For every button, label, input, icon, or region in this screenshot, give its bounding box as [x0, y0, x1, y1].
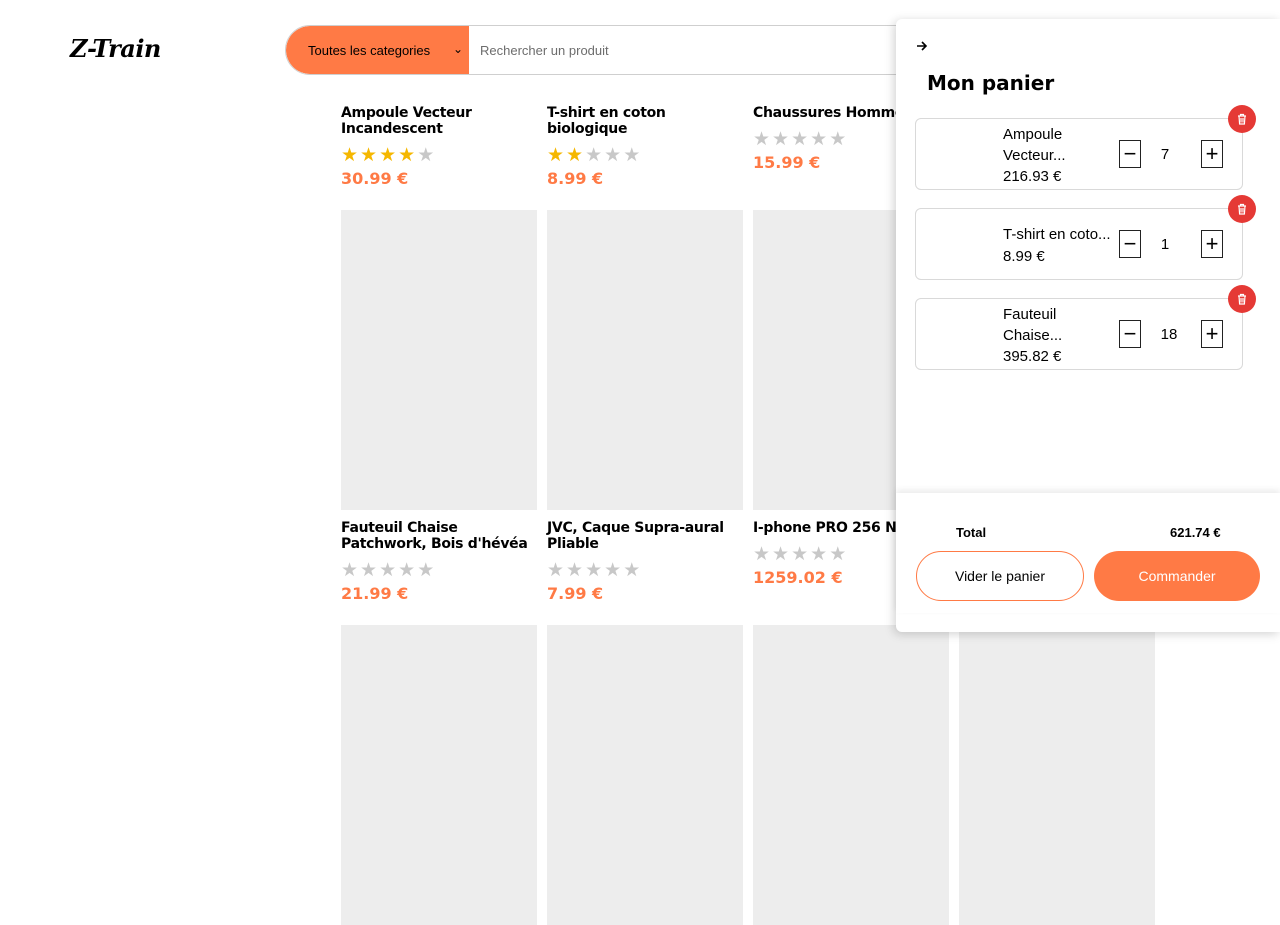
star-icon: ★ [566, 145, 584, 166]
star-icon: ★ [604, 145, 622, 166]
star-icon: ★ [417, 560, 435, 581]
cart-item: Fauteuil Chaise... 395.82 € − 18 + [915, 285, 1256, 370]
star-icon: ★ [829, 544, 847, 565]
chevron-down-icon: ⌄ [452, 42, 463, 56]
product-name: JVC, Caque Supra-aural Pliable [547, 520, 724, 552]
star-icon: ★ [810, 129, 828, 150]
cart-item: T-shirt en coto... 8.99 € − 1 + [915, 195, 1256, 280]
product-image[interactable] [341, 210, 537, 510]
logo[interactable]: Z-Train [70, 34, 161, 63]
product-price: 30.99 € [341, 169, 409, 188]
star-icon: ★ [623, 145, 641, 166]
product-price: 8.99 € [547, 169, 604, 188]
plus-icon[interactable]: + [1201, 320, 1223, 348]
cart-item-price: 395.82 € [1003, 348, 1062, 365]
cart-item-name: T-shirt en coto... [1003, 226, 1111, 243]
category-select-label: Toutes les categories [308, 42, 431, 58]
empty-cart-button[interactable]: Vider le panier [916, 551, 1084, 601]
star-icon: ★ [753, 129, 771, 150]
product-name: Ampoule Vecteur Incandescent [341, 105, 472, 137]
cart-item-name: Fauteuil Chaise... [1003, 306, 1063, 344]
product-image[interactable] [341, 625, 537, 925]
minus-icon[interactable]: − [1119, 320, 1141, 348]
plus-icon[interactable]: + [1201, 230, 1223, 258]
star-icon: ★ [585, 145, 603, 166]
product-rating: ★ ★ ★ ★ ★ [547, 145, 743, 166]
star-icon: ★ [623, 560, 641, 581]
cart-footer: Total 621.74 € Vider le panier Commander [896, 493, 1280, 613]
star-icon: ★ [398, 560, 416, 581]
product-rating: ★ ★ ★ ★ ★ [341, 560, 537, 581]
star-icon: ★ [585, 560, 603, 581]
star-icon: ★ [341, 560, 359, 581]
product-price: 21.99 € [341, 584, 409, 603]
product-image[interactable] [547, 210, 743, 510]
product-card[interactable] [959, 625, 1155, 925]
product-card[interactable] [341, 625, 537, 925]
trash-icon[interactable] [1228, 195, 1256, 223]
search-input[interactable] [469, 26, 924, 74]
cart-title: Mon panier [927, 71, 1055, 95]
star-icon: ★ [417, 145, 435, 166]
star-icon: ★ [829, 129, 847, 150]
plus-icon[interactable]: + [1201, 140, 1223, 168]
trash-icon[interactable] [1228, 105, 1256, 133]
cart-item-price: 216.93 € [1003, 168, 1062, 185]
arrow-right-icon[interactable] [916, 39, 928, 57]
product-rating: ★ ★ ★ ★ ★ [547, 560, 743, 581]
star-icon: ★ [398, 145, 416, 166]
product-card[interactable]: JVC, Caque Supra-aural Pliable ★ ★ ★ ★ ★ 7.9… [547, 210, 743, 603]
product-rating: ★ ★ ★ ★ ★ [341, 145, 537, 166]
cart-item-name: Ampoule Vecteur... [1003, 126, 1066, 164]
star-icon: ★ [791, 544, 809, 565]
product-image[interactable] [753, 625, 949, 925]
star-icon: ★ [379, 145, 397, 166]
product-card[interactable] [753, 625, 949, 925]
cart-item: Ampoule Vecteur... 216.93 € − 7 + [915, 105, 1256, 190]
search-bar: Toutes les categories ⌄ [285, 25, 925, 75]
star-icon: ★ [547, 145, 565, 166]
total-value: 621.74 € [1170, 525, 1221, 540]
product-price: 7.99 € [547, 584, 604, 603]
star-icon: ★ [360, 560, 378, 581]
product-image[interactable] [547, 625, 743, 925]
star-icon: ★ [810, 544, 828, 565]
order-button[interactable]: Commander [1094, 551, 1260, 601]
star-icon: ★ [772, 544, 790, 565]
minus-icon[interactable]: − [1119, 230, 1141, 258]
product-name: T-shirt en coton biologique [547, 105, 666, 137]
minus-icon[interactable]: − [1119, 140, 1141, 168]
star-icon: ★ [341, 145, 359, 166]
star-icon: ★ [753, 544, 771, 565]
cart-panel: Mon panier Ampoule Vecteur... 216.93 € −… [896, 19, 1280, 632]
star-icon: ★ [566, 560, 584, 581]
cart-item-price: 8.99 € [1003, 248, 1045, 265]
star-icon: ★ [604, 560, 622, 581]
star-icon: ★ [772, 129, 790, 150]
star-icon: ★ [547, 560, 565, 581]
category-select[interactable]: Toutes les categories ⌄ [286, 26, 469, 74]
cart-item-qty[interactable]: 7 [1145, 146, 1185, 163]
star-icon: ★ [379, 560, 397, 581]
product-name: Fauteuil Chaise Patchwork, Bois d'hévéa [341, 520, 528, 552]
star-icon: ★ [360, 145, 378, 166]
product-card[interactable]: T-shirt en coton biologique ★ ★ ★ ★ ★ 8.99 € [547, 105, 743, 188]
product-card[interactable]: Ampoule Vecteur Incandescent ★ ★ ★ ★ ★ 30.99… [341, 105, 537, 188]
cart-item-qty[interactable]: 1 [1145, 236, 1185, 253]
star-icon: ★ [791, 129, 809, 150]
product-card[interactable] [547, 625, 743, 925]
total-label: Total [956, 525, 987, 540]
trash-icon[interactable] [1228, 285, 1256, 313]
product-image[interactable] [959, 625, 1155, 925]
cart-item-qty[interactable]: 18 [1149, 326, 1189, 343]
product-card[interactable]: Fauteuil Chaise Patchwork, Bois d'hévéa … [341, 210, 537, 603]
